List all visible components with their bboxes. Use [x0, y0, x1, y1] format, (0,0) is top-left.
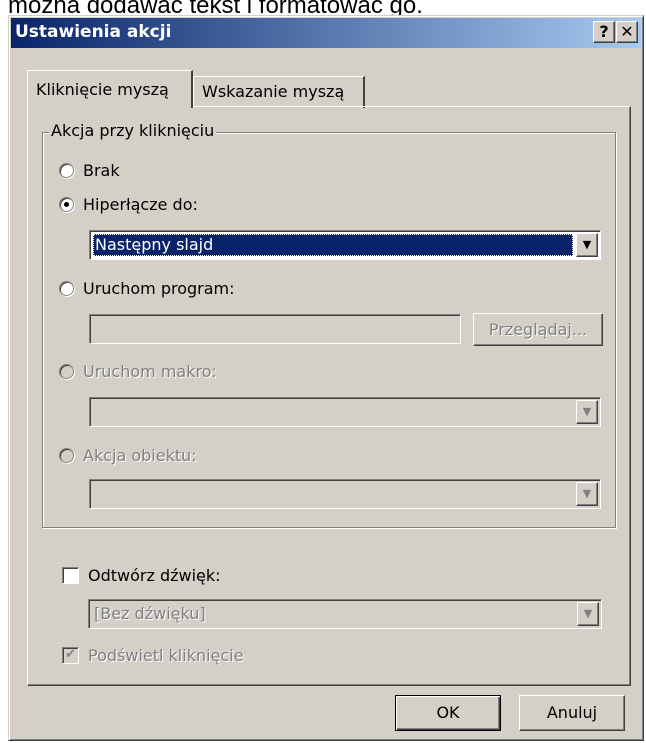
sound-select[interactable]: [Bez dźwięku] ▼: [88, 599, 602, 629]
hyperlink-select[interactable]: Następny slajd ▼: [89, 230, 601, 260]
browse-button[interactable]: Przeglądaj...: [473, 313, 603, 346]
radio-run-program[interactable]: [59, 281, 74, 296]
dialog-title: Ustawienia akcji: [15, 22, 172, 42]
ok-button[interactable]: OK: [395, 695, 501, 731]
highlight-click-option[interactable]: ✔ Podświetl kliknięcie: [62, 646, 243, 665]
play-sound-label: Odtwórz dźwięk:: [88, 566, 221, 585]
macro-select-value: [93, 401, 573, 423]
sound-select-value: [Bez dźwięku]: [94, 604, 206, 623]
help-button[interactable]: ?: [593, 21, 615, 43]
highlight-click-checkbox[interactable]: ✔: [62, 647, 79, 664]
click-action-group: Akcja przy kliknięciu Brak Hiperłącze do…: [42, 121, 616, 528]
option-run-macro[interactable]: Uruchom makro:: [59, 362, 217, 381]
macro-select[interactable]: ▼: [89, 397, 601, 427]
group-legend: Akcja przy kliknięciu: [49, 121, 217, 140]
play-sound-checkbox[interactable]: [62, 567, 79, 584]
close-button[interactable]: ✕: [616, 21, 638, 43]
macro-dropdown-arrow-icon[interactable]: ▼: [576, 400, 598, 424]
option-object-action-label: Akcja obiektu:: [83, 446, 197, 465]
play-sound-option[interactable]: Odtwórz dźwięk:: [62, 566, 221, 585]
tab-panel: Akcja przy kliknięciu Brak Hiperłącze do…: [27, 106, 631, 686]
option-object-action[interactable]: Akcja obiektu:: [59, 446, 197, 465]
radio-run-macro[interactable]: [59, 364, 74, 379]
program-path-input[interactable]: [89, 314, 461, 344]
radio-none[interactable]: [59, 163, 74, 178]
radio-hyperlink[interactable]: [59, 197, 74, 212]
hyperlink-select-value: Następny slajd: [93, 234, 573, 256]
highlight-click-label: Podświetl kliknięcie: [88, 646, 244, 665]
sound-dropdown-arrow-icon[interactable]: ▼: [577, 602, 599, 626]
option-hyperlink-label: Hiperłącze do:: [83, 195, 198, 214]
hyperlink-dropdown-arrow-icon[interactable]: ▼: [576, 233, 598, 257]
title-bar[interactable]: Ustawienia akcji ? ✕: [11, 18, 641, 48]
option-run-macro-label: Uruchom makro:: [83, 362, 217, 381]
option-none[interactable]: Brak: [59, 161, 120, 180]
option-run-program[interactable]: Uruchom program:: [59, 279, 235, 298]
object-action-dropdown-arrow-icon[interactable]: ▼: [576, 482, 598, 506]
radio-object-action[interactable]: [59, 448, 74, 463]
option-run-program-label: Uruchom program:: [83, 279, 235, 298]
tab-mouse-click[interactable]: Kliknięcie myszą: [27, 70, 193, 108]
option-none-label: Brak: [83, 161, 120, 180]
object-action-select[interactable]: ▼: [89, 479, 601, 509]
cancel-button[interactable]: Anuluj: [519, 695, 625, 731]
object-action-select-value: [93, 483, 573, 505]
tab-mouse-over[interactable]: Wskazanie myszą: [193, 76, 365, 108]
action-settings-dialog: Ustawienia akcji ? ✕ Kliknięcie myszą Ws…: [8, 15, 644, 741]
option-hyperlink[interactable]: Hiperłącze do:: [59, 195, 198, 214]
